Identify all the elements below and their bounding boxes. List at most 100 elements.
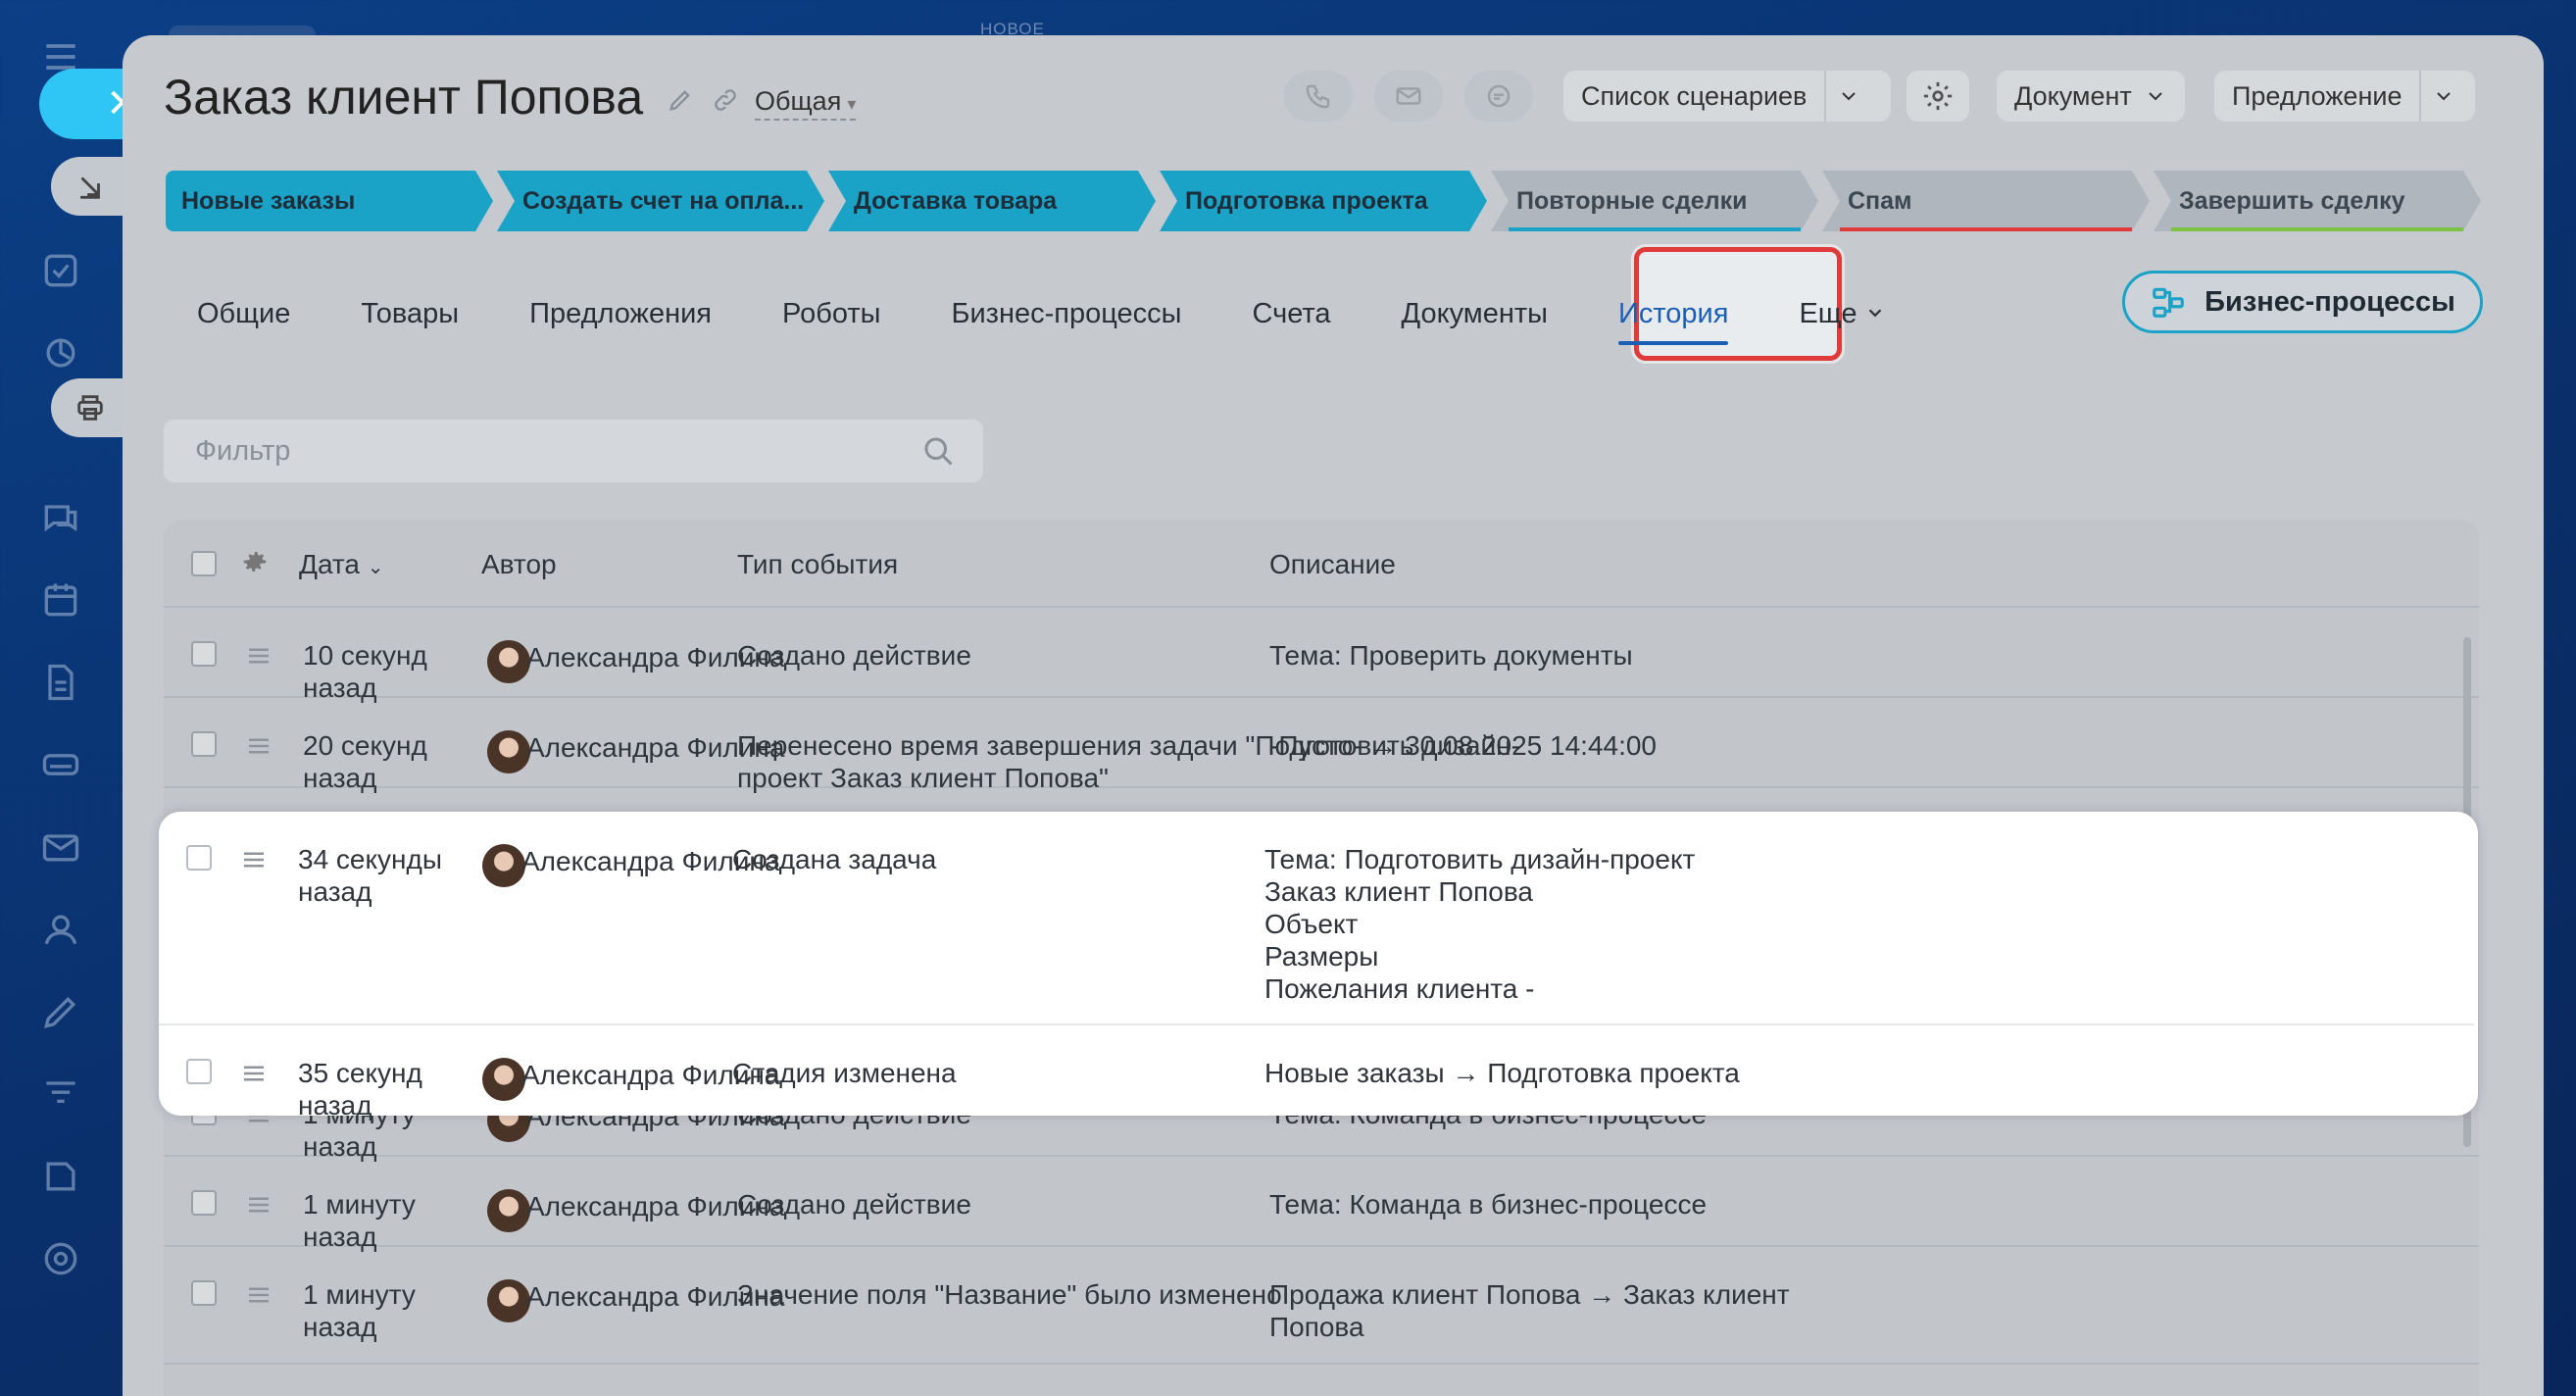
tab-invoices[interactable]: Счета xyxy=(1253,286,1331,343)
contacts-icon[interactable] xyxy=(39,908,82,951)
drag-handle-icon[interactable] xyxy=(239,1059,269,1095)
stage-label: Создать счет на опла... xyxy=(522,186,805,215)
automation-icon[interactable] xyxy=(39,1155,82,1198)
row-description: Тема: Команда в бизнес-процессе xyxy=(1269,1189,1708,1220)
stage-underline xyxy=(1840,227,2132,231)
drag-handle-icon[interactable] xyxy=(244,641,273,677)
phone-icon xyxy=(1306,84,1330,109)
chevron-down-icon xyxy=(1864,299,1886,331)
category-selector[interactable]: Общая ▾ xyxy=(755,86,857,121)
drive-icon[interactable] xyxy=(39,743,82,786)
tab-products[interactable]: Товары xyxy=(361,286,459,343)
tab-more[interactable]: Еще xyxy=(1799,286,1886,343)
stage-label: Новые заказы xyxy=(181,186,356,215)
tab-bar: Общие Товары Предложения Роботы Бизнес-п… xyxy=(197,286,1886,345)
tab-proposals[interactable]: Предложения xyxy=(529,286,712,343)
row-date: 1 минуту назад xyxy=(303,1189,416,1252)
tasks-icon[interactable] xyxy=(39,249,82,292)
author-avatar xyxy=(487,1189,530,1232)
settings-icon[interactable] xyxy=(39,1237,82,1280)
drag-handle-icon[interactable] xyxy=(244,731,273,768)
edit-icon[interactable] xyxy=(667,86,694,114)
link-icon[interactable] xyxy=(712,86,739,114)
calendar-icon[interactable] xyxy=(39,578,82,622)
stage-label: Подготовка проекта xyxy=(1185,186,1428,215)
stage-item[interactable]: Подготовка проекта xyxy=(1160,171,1487,231)
proposal-button[interactable]: Предложение xyxy=(2214,71,2475,122)
row-checkbox[interactable] xyxy=(191,641,217,667)
collapse-pill[interactable] xyxy=(51,157,129,216)
row-checkbox[interactable] xyxy=(191,731,217,757)
communication-icons xyxy=(1284,71,1533,122)
table-row[interactable]: 35 секунд назад Александра Филина Стадия и… xyxy=(159,1025,2474,1121)
tab-documents[interactable]: Документы xyxy=(1401,286,1548,343)
search-icon[interactable] xyxy=(920,433,956,469)
column-description[interactable]: Описание xyxy=(1269,549,1396,580)
filter-input[interactable]: Фильтр xyxy=(164,420,983,482)
stage-underline xyxy=(2171,227,2463,231)
document-button[interactable]: Документ xyxy=(1997,71,2185,122)
stage-item[interactable]: Создать счет на опла... xyxy=(497,171,824,231)
table-row[interactable]: 1 минуту назадАлександра ФилинаСоздано д… xyxy=(164,1157,2479,1252)
stage-label: Спам xyxy=(1848,186,1912,215)
settings-button[interactable] xyxy=(1907,71,1969,122)
author-avatar xyxy=(487,640,530,683)
business-processes-label: Бизнес-процессы xyxy=(2204,285,2455,318)
stage-item[interactable]: Спам xyxy=(1822,171,2150,231)
business-processes-button[interactable]: Бизнес-процессы xyxy=(2122,271,2483,333)
proposal-label: Предложение xyxy=(2232,80,2403,111)
filter-placeholder: Фильтр xyxy=(195,434,291,467)
tab-general[interactable]: Общие xyxy=(197,286,290,343)
phone-button[interactable] xyxy=(1284,71,1353,122)
row-checkbox[interactable] xyxy=(186,845,212,871)
docs-icon[interactable] xyxy=(39,661,82,704)
author-avatar xyxy=(482,844,525,887)
row-date: 1 минуту назад xyxy=(303,1279,416,1342)
row-checkbox[interactable] xyxy=(191,1280,217,1306)
chevron-down-icon xyxy=(2144,84,2167,108)
table-row[interactable]: 10 секунд назад Александра Филина Создано … xyxy=(164,608,2479,703)
proposal-dropdown[interactable] xyxy=(2419,71,2466,122)
column-author[interactable]: Автор xyxy=(481,549,557,580)
stage-item[interactable]: Доставка товара xyxy=(828,171,1156,231)
drag-handle-icon[interactable] xyxy=(244,1190,273,1226)
crm-icon[interactable] xyxy=(39,331,82,374)
print-pill[interactable] xyxy=(51,378,129,437)
stage-item[interactable]: Повторные сделки xyxy=(1491,171,1818,231)
funnel-icon[interactable] xyxy=(39,1072,82,1116)
author-avatar xyxy=(482,1058,525,1101)
table-row[interactable]: 1 минуту назад Александра Филина Значение … xyxy=(164,1247,2479,1365)
mail-icon xyxy=(1396,87,1421,105)
select-all-checkbox[interactable] xyxy=(191,551,217,576)
chat-icon[interactable] xyxy=(39,496,82,539)
stage-item[interactable]: Новые заказы xyxy=(166,171,493,231)
row-checkbox[interactable] xyxy=(186,1059,212,1084)
table-row[interactable]: 20 секунд назад Александра Филина Перенесе… xyxy=(164,698,2479,793)
row-checkbox[interactable] xyxy=(191,1190,217,1216)
chat-bubble-icon xyxy=(1487,84,1511,108)
email-button[interactable] xyxy=(1374,71,1443,122)
tab-history[interactable]: История xyxy=(1617,286,1729,345)
column-event-type[interactable]: Тип события xyxy=(737,549,898,580)
column-date[interactable]: Дата ⌄ xyxy=(299,549,384,580)
column-settings-icon[interactable] xyxy=(240,547,270,583)
row-description: Продажа клиент Попова → Заказ клиент Поп… xyxy=(1269,1279,1790,1342)
chat-button[interactable] xyxy=(1464,71,1533,122)
stage-item[interactable]: Завершить сделку xyxy=(2154,171,2481,231)
row-description: Тема: Проверить документы xyxy=(1269,640,1633,671)
sort-caret-icon: ⌄ xyxy=(367,557,384,578)
print-icon xyxy=(77,395,103,421)
stage-underline xyxy=(1509,227,1801,231)
chevron-down-icon xyxy=(2437,92,2452,101)
scenarios-button[interactable]: Список сценариев xyxy=(1563,71,1891,122)
drag-handle-icon[interactable] xyxy=(239,845,269,881)
table-header: Дата ⌄ Автор Тип события Описание xyxy=(164,520,2479,608)
drag-handle-icon[interactable] xyxy=(244,1280,273,1317)
table-row[interactable]: 34 секунды назад Александра Филина Создана… xyxy=(159,812,2474,1025)
mail-icon[interactable] xyxy=(39,825,82,869)
sign-icon[interactable] xyxy=(39,990,82,1033)
tab-business-processes[interactable]: Бизнес-процессы xyxy=(951,286,1181,343)
tab-robots[interactable]: Роботы xyxy=(782,286,880,343)
page-title: Заказ клиент Попова xyxy=(164,70,644,125)
scenarios-dropdown[interactable] xyxy=(1824,71,1871,122)
